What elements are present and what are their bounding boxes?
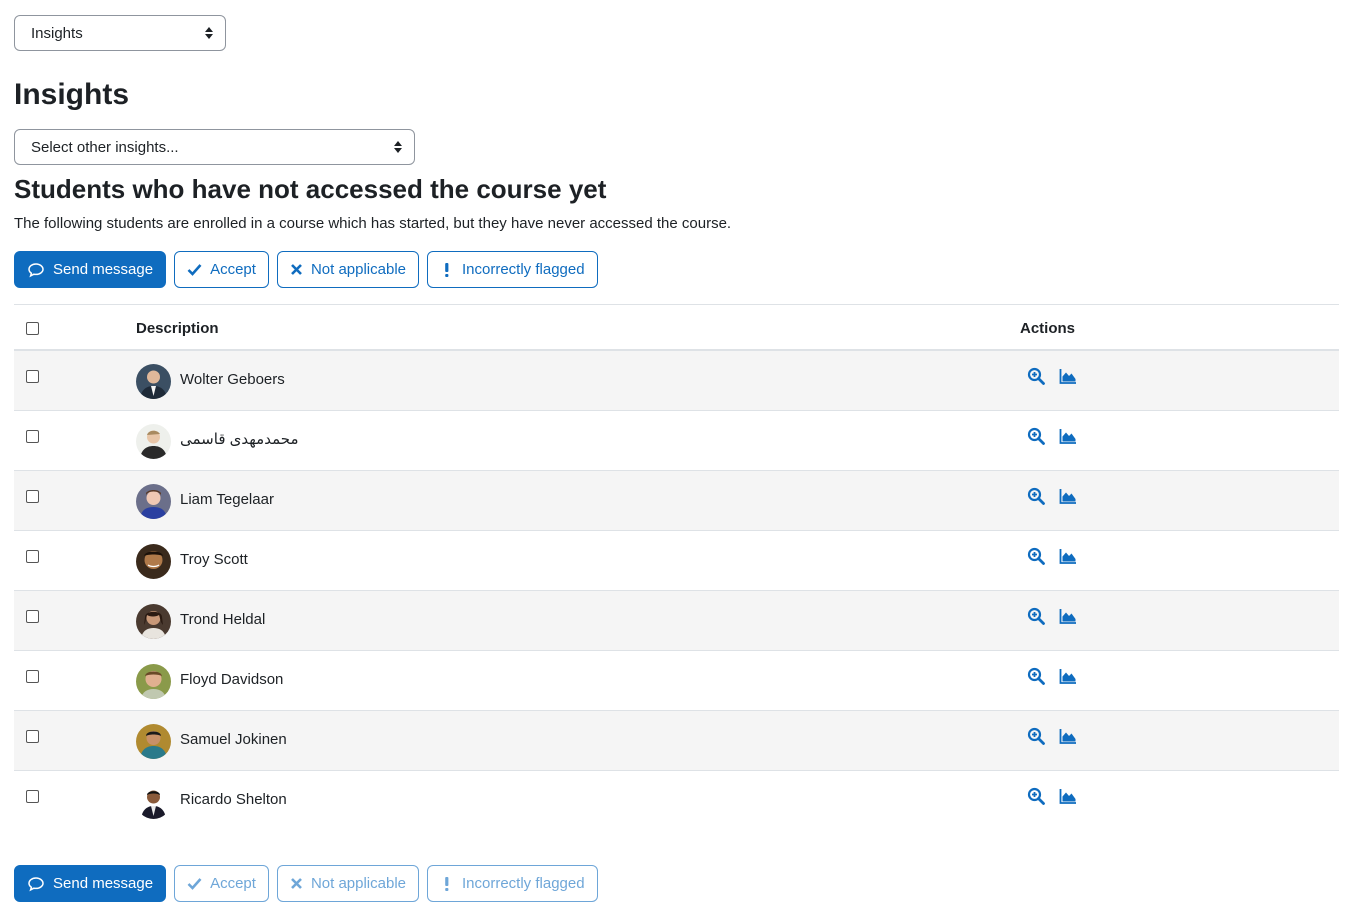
- area-chart-icon[interactable]: [1059, 367, 1077, 385]
- select-all-checkbox[interactable]: [26, 322, 39, 335]
- insights-page: Insights Insights Select other insights.…: [0, 0, 1360, 906]
- x-icon: [291, 878, 302, 889]
- avatar: [136, 784, 171, 819]
- zoom-in-icon[interactable]: [1027, 667, 1045, 685]
- not-applicable-button[interactable]: Not applicable: [276, 865, 419, 902]
- other-insights-placeholder: Select other insights...: [31, 138, 179, 156]
- zoom-in-icon[interactable]: [1027, 487, 1045, 505]
- send-message-button[interactable]: Send message: [14, 865, 167, 902]
- student-name[interactable]: Liam Tegelaar: [180, 491, 274, 509]
- chat-bubble-icon: [28, 262, 44, 277]
- row-checkbox[interactable]: [26, 490, 39, 503]
- avatar: [136, 484, 171, 519]
- avatar: [136, 424, 171, 459]
- send-message-label: Send message: [53, 261, 154, 278]
- insights-nav-select[interactable]: Insights: [14, 15, 226, 51]
- select-caret-icon: [394, 141, 402, 153]
- insights-nav-select-value: Insights: [31, 24, 83, 42]
- avatar: [136, 544, 171, 579]
- area-chart-icon[interactable]: [1059, 667, 1077, 685]
- not-applicable-label: Not applicable: [310, 875, 406, 892]
- accept-label: Accept: [210, 875, 256, 892]
- actions-header: Actions: [1020, 320, 1076, 337]
- row-checkbox[interactable]: [26, 670, 39, 683]
- row-checkbox[interactable]: [26, 430, 39, 443]
- check-icon: [187, 264, 202, 276]
- send-message-label: Send message: [53, 875, 154, 892]
- area-chart-icon[interactable]: [1059, 787, 1077, 805]
- description-header: Description: [136, 320, 219, 337]
- exclamation-icon: [445, 262, 449, 277]
- incorrectly-flagged-button[interactable]: Incorrectly flagged: [427, 865, 598, 902]
- accept-button[interactable]: Accept: [174, 865, 269, 902]
- student-name[interactable]: Floyd Davidson: [180, 671, 283, 689]
- incorrectly-flagged-button[interactable]: Incorrectly flagged: [427, 251, 598, 288]
- student-name[interactable]: محمدمهدی قاسمی: [180, 431, 298, 449]
- zoom-in-icon[interactable]: [1027, 367, 1045, 385]
- table-row: Liam Tegelaar: [14, 471, 1339, 531]
- row-checkbox[interactable]: [26, 370, 39, 383]
- send-message-button[interactable]: Send message: [14, 251, 167, 288]
- row-checkbox[interactable]: [26, 730, 39, 743]
- table-row: Wolter Geboers: [14, 351, 1339, 411]
- table-row: محمدمهدی قاسمی: [14, 411, 1339, 471]
- accept-button[interactable]: Accept: [174, 251, 269, 288]
- avatar: [136, 364, 171, 399]
- other-insights-select[interactable]: Select other insights...: [14, 129, 415, 165]
- predictions-table: Description Actions Wolter Geboers محمدم…: [14, 304, 1339, 831]
- accept-label: Accept: [210, 261, 256, 278]
- chat-bubble-icon: [28, 876, 44, 891]
- area-chart-icon[interactable]: [1059, 427, 1077, 445]
- zoom-in-icon[interactable]: [1027, 727, 1045, 745]
- select-caret-icon: [205, 27, 213, 39]
- student-name[interactable]: Wolter Geboers: [180, 371, 285, 389]
- not-applicable-label: Not applicable: [310, 261, 406, 278]
- row-checkbox[interactable]: [26, 790, 39, 803]
- zoom-in-icon[interactable]: [1027, 787, 1045, 805]
- table-row: Troy Scott: [14, 531, 1339, 591]
- avatar: [136, 664, 171, 699]
- avatar: [136, 724, 171, 759]
- insight-title: Students who have not accessed the cours…: [14, 174, 607, 204]
- check-icon: [187, 878, 202, 890]
- insight-description: The following students are enrolled in a…: [14, 215, 732, 232]
- area-chart-icon[interactable]: [1059, 487, 1077, 505]
- area-chart-icon[interactable]: [1059, 727, 1077, 745]
- zoom-in-icon[interactable]: [1027, 547, 1045, 565]
- student-name[interactable]: Trond Heldal: [180, 611, 265, 629]
- table-row: Floyd Davidson: [14, 651, 1339, 711]
- table-row: Samuel Jokinen: [14, 711, 1339, 771]
- incorrectly-flagged-label: Incorrectly flagged: [462, 875, 585, 892]
- area-chart-icon[interactable]: [1059, 607, 1077, 625]
- x-icon: [291, 264, 302, 275]
- zoom-in-icon[interactable]: [1027, 427, 1045, 445]
- student-name[interactable]: Ricardo Shelton: [180, 791, 287, 809]
- row-checkbox[interactable]: [26, 610, 39, 623]
- exclamation-icon: [445, 876, 449, 891]
- table-header: Description Actions: [14, 304, 1339, 351]
- incorrectly-flagged-label: Incorrectly flagged: [462, 261, 585, 278]
- table-row: Ricardo Shelton: [14, 771, 1339, 831]
- bulk-actions-top: Send message Accept Not applicable Incor…: [14, 251, 598, 288]
- avatar: [136, 604, 171, 639]
- table-row: Trond Heldal: [14, 591, 1339, 651]
- bulk-actions-bottom: Send message Accept Not applicable Incor…: [14, 865, 598, 902]
- page-title: Insights: [14, 78, 130, 111]
- not-applicable-button[interactable]: Not applicable: [276, 251, 419, 288]
- row-checkbox[interactable]: [26, 550, 39, 563]
- student-name[interactable]: Samuel Jokinen: [180, 731, 287, 749]
- student-name[interactable]: Troy Scott: [180, 551, 248, 569]
- zoom-in-icon[interactable]: [1027, 607, 1045, 625]
- area-chart-icon[interactable]: [1059, 547, 1077, 565]
